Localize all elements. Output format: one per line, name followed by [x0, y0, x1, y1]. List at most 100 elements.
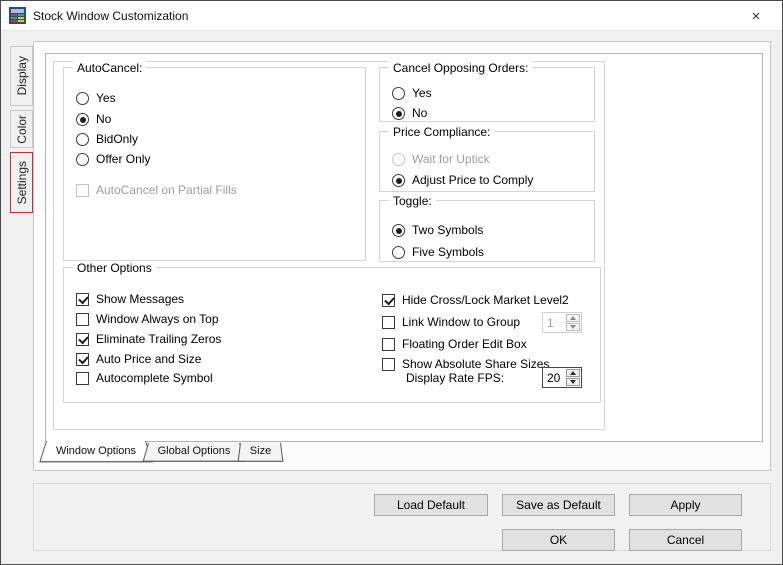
radio-cancel-opposing-yes[interactable]: Yes: [392, 87, 432, 100]
cancel-opposing-orders-group-title: Cancel Opposing Orders:: [389, 61, 532, 75]
close-icon[interactable]: ×: [743, 7, 769, 26]
autocancel-group-title: AutoCancel:: [73, 61, 146, 75]
radio-icon: [76, 133, 89, 146]
arrow-down-icon: [570, 325, 576, 329]
side-tab-color[interactable]: Color: [10, 110, 33, 148]
checkbox-icon: [382, 338, 395, 351]
radio-label: Yes: [412, 87, 432, 100]
other-options-group-title: Other Options: [73, 261, 156, 275]
checkbox-icon: [382, 358, 395, 371]
radio-icon: [392, 224, 405, 237]
checkbox-autocancel-partial-fills: AutoCancel on Partial Fills: [76, 184, 237, 197]
spinner-up-button[interactable]: [566, 369, 580, 377]
radio-icon: [76, 92, 89, 105]
link-group-number-spinner: 1: [542, 312, 582, 333]
checkbox-link-window-to-group[interactable]: Link Window to Group: [382, 316, 520, 329]
checkbox-label: Eliminate Trailing Zeros: [96, 333, 221, 346]
tab-global-options-label: Global Options: [158, 445, 231, 457]
settings-tab-container: AutoCancel: Yes No BidOnly: [33, 41, 771, 471]
radio-label: No: [96, 113, 111, 126]
save-as-default-button[interactable]: Save as Default: [502, 494, 615, 516]
checkbox-icon: [76, 184, 89, 197]
radio-label: BidOnly: [96, 133, 138, 146]
checkbox-show-messages[interactable]: Show Messages: [76, 293, 184, 306]
spinner-value: 1: [543, 313, 565, 332]
tab-window-options-label: Window Options: [56, 445, 136, 457]
spinner-up-button: [566, 314, 580, 322]
side-tab-display[interactable]: Display: [10, 46, 33, 106]
radio-autocancel-yes[interactable]: Yes: [76, 92, 116, 105]
checkbox-icon: [76, 333, 89, 346]
button-bar: Load Default Save as Default Apply OK Ca…: [33, 483, 771, 551]
checkbox-label: Window Always on Top: [96, 313, 219, 326]
spinner-buttons: [565, 313, 581, 332]
radio-icon: [76, 113, 89, 126]
radio-icon: [392, 153, 405, 166]
radio-two-symbols[interactable]: Two Symbols: [392, 224, 483, 237]
radio-icon: [392, 246, 405, 259]
options-content-panel: AutoCancel: Yes No BidOnly: [53, 61, 605, 430]
spinner-buttons: [565, 368, 581, 387]
load-default-button[interactable]: Load Default: [374, 494, 488, 516]
checkbox-label: Link Window to Group: [402, 316, 520, 329]
side-tab-color-label: Color: [15, 115, 29, 144]
tab-window-options[interactable]: Window Options: [46, 443, 146, 460]
radio-label: Yes: [96, 92, 116, 105]
app-icon: [9, 7, 26, 24]
side-tab-display-label: Display: [15, 56, 29, 95]
spinner-value[interactable]: 20: [543, 368, 565, 387]
arrow-up-icon: [570, 316, 576, 320]
display-rate-fps-spinner[interactable]: 20: [542, 367, 582, 388]
checkbox-icon: [76, 293, 89, 306]
display-rate-fps-label: Display Rate FPS:: [406, 371, 504, 385]
tab-size-label: Size: [250, 445, 271, 457]
checkbox-eliminate-trailing-zeros[interactable]: Eliminate Trailing Zeros: [76, 333, 221, 346]
radio-label: Five Symbols: [412, 246, 484, 259]
toggle-group-title: Toggle:: [389, 194, 436, 208]
stock-window-customization-dialog: Stock Window Customization × Display Col…: [0, 0, 783, 565]
window-title: Stock Window Customization: [33, 9, 188, 23]
spinner-down-button[interactable]: [566, 378, 580, 386]
radio-icon: [392, 107, 405, 120]
radio-autocancel-bidonly[interactable]: BidOnly: [76, 133, 138, 146]
checkbox-label: Autocomplete Symbol: [96, 372, 213, 385]
radio-five-symbols[interactable]: Five Symbols: [392, 246, 484, 259]
checkbox-show-absolute-share-sizes[interactable]: Show Absolute Share Sizes: [382, 358, 549, 371]
checkbox-window-always-on-top[interactable]: Window Always on Top: [76, 313, 219, 326]
radio-icon: [392, 174, 405, 187]
radio-icon: [392, 87, 405, 100]
radio-autocancel-offeronly[interactable]: Offer Only: [76, 153, 150, 166]
radio-wait-for-uptick: Wait for Uptick: [392, 153, 490, 166]
checkbox-icon: [382, 294, 395, 307]
checkbox-label: Hide Cross/Lock Market Level2: [402, 294, 569, 307]
radio-label: Two Symbols: [412, 224, 483, 237]
checkbox-icon: [76, 372, 89, 385]
tab-global-options[interactable]: Global Options: [148, 443, 240, 460]
radio-cancel-opposing-no[interactable]: No: [392, 107, 427, 120]
tab-size[interactable]: Size: [240, 443, 281, 460]
checkbox-label: AutoCancel on Partial Fills: [96, 184, 237, 197]
checkbox-auto-price-and-size[interactable]: Auto Price and Size: [76, 353, 201, 366]
price-compliance-group: Price Compliance: Wait for Uptick Adjust…: [379, 131, 595, 192]
ok-button[interactable]: OK: [502, 529, 615, 551]
window-options-tab-page: AutoCancel: Yes No BidOnly: [45, 53, 763, 442]
spinner-down-button: [566, 323, 580, 331]
checkbox-icon: [382, 316, 395, 329]
checkbox-hide-cross-lock-market-level2[interactable]: Hide Cross/Lock Market Level2: [382, 294, 569, 307]
radio-label: Adjust Price to Comply: [412, 174, 533, 187]
radio-adjust-price-to-comply[interactable]: Adjust Price to Comply: [392, 174, 533, 187]
side-tab-settings[interactable]: Settings: [10, 152, 33, 213]
radio-icon: [76, 153, 89, 166]
radio-autocancel-no[interactable]: No: [76, 113, 111, 126]
checkbox-autocomplete-symbol[interactable]: Autocomplete Symbol: [76, 372, 213, 385]
price-compliance-group-title: Price Compliance:: [389, 125, 494, 139]
cancel-button[interactable]: Cancel: [629, 529, 742, 551]
checkbox-floating-order-edit-box[interactable]: Floating Order Edit Box: [382, 338, 527, 351]
apply-button[interactable]: Apply: [629, 494, 742, 516]
checkbox-icon: [76, 313, 89, 326]
checkbox-label: Show Messages: [96, 293, 184, 306]
radio-label: Wait for Uptick: [412, 153, 490, 166]
titlebar: Stock Window Customization ×: [1, 1, 782, 31]
side-tab-settings-label: Settings: [15, 161, 29, 204]
checkbox-label: Floating Order Edit Box: [402, 338, 527, 351]
